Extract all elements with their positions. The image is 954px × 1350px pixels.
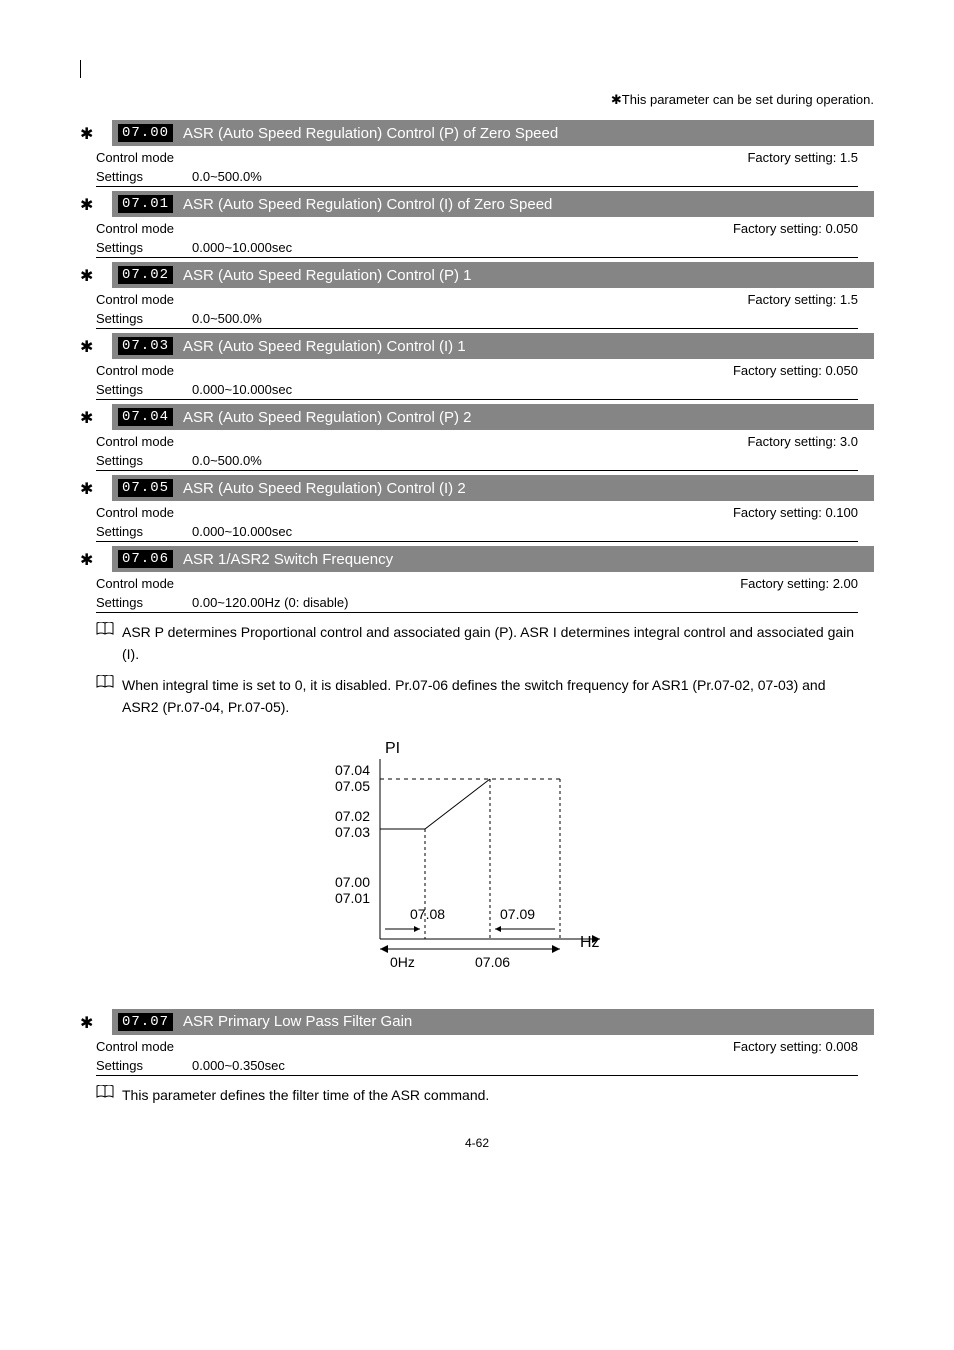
top-operation-note: ✱This parameter can be set during operat… xyxy=(80,92,874,108)
settings-label-0: Settings xyxy=(96,169,192,184)
param-title-text-0: ASR (Auto Speed Regulation) Control (P) … xyxy=(183,125,558,142)
asr-switch-diagram: PI 07.04 07.05 07.02 07.03 07.00 07.01 0… xyxy=(260,739,874,989)
star-icon: ✱ xyxy=(80,337,93,357)
control-mode-label-0: Control mode xyxy=(96,150,174,165)
svg-text:07.05: 07.05 xyxy=(335,778,370,794)
settings-label-2: Settings xyxy=(96,311,192,326)
param-title-0: 07.00 ASR (Auto Speed Regulation) Contro… xyxy=(112,120,874,146)
param-code-4: 07.04 xyxy=(118,408,173,426)
settings-value-5: 0.000~10.000sec xyxy=(192,524,292,539)
param-title-1: 07.01 ASR (Auto Speed Regulation) Contro… xyxy=(112,191,874,217)
param-code-bottom: 07.07 xyxy=(118,1013,173,1031)
factory-setting-2: Factory setting: 1.5 xyxy=(747,292,858,307)
svg-text:07.08: 07.08 xyxy=(410,906,445,922)
star-icon: ✱ xyxy=(80,195,93,215)
factory-setting-6: Factory setting: 2.00 xyxy=(740,576,858,591)
factory-setting-5: Factory setting: 0.100 xyxy=(733,505,858,520)
factory-setting-bottom: Factory setting: 0.008 xyxy=(733,1039,858,1054)
settings-value-3: 0.000~10.000sec xyxy=(192,382,292,397)
param-title-4: 07.04 ASR (Auto Speed Regulation) Contro… xyxy=(112,404,874,430)
param-title-text-1: ASR (Auto Speed Regulation) Control (I) … xyxy=(183,196,552,213)
param-code-3: 07.03 xyxy=(118,337,173,355)
control-mode-label-4: Control mode xyxy=(96,434,174,449)
note-text-0: ASR P determines Proportional control an… xyxy=(122,621,858,666)
param-title-text-5: ASR (Auto Speed Regulation) Control (I) … xyxy=(183,480,466,497)
param-title-5: 07.05 ASR (Auto Speed Regulation) Contro… xyxy=(112,475,874,501)
param-title-text-6: ASR 1/ASR2 Switch Frequency xyxy=(183,551,393,568)
settings-label-5: Settings xyxy=(96,524,192,539)
page-number: 4-62 xyxy=(80,1136,874,1150)
star-icon: ✱ xyxy=(80,124,93,144)
book-icon xyxy=(96,1085,114,1106)
param-title-2: 07.02 ASR (Auto Speed Regulation) Contro… xyxy=(112,262,874,288)
settings-value-1: 0.000~10.000sec xyxy=(192,240,292,255)
star-icon: ✱ xyxy=(80,550,93,570)
svg-text:07.04: 07.04 xyxy=(335,762,370,778)
param-title-text-3: ASR (Auto Speed Regulation) Control (I) … xyxy=(183,338,466,355)
bottom-note-text: This parameter defines the filter time o… xyxy=(122,1084,489,1106)
factory-setting-1: Factory setting: 0.050 xyxy=(733,221,858,236)
param-code-1: 07.01 xyxy=(118,195,173,213)
svg-text:07.06: 07.06 xyxy=(475,954,510,970)
param-code-5: 07.05 xyxy=(118,479,173,497)
factory-setting-4: Factory setting: 3.0 xyxy=(747,434,858,449)
settings-label-3: Settings xyxy=(96,382,192,397)
settings-value-bottom: 0.000~0.350sec xyxy=(192,1058,285,1073)
chart-y-title: PI xyxy=(385,740,400,757)
svg-text:07.03: 07.03 xyxy=(335,824,370,840)
svg-text:07.00: 07.00 xyxy=(335,874,370,890)
svg-text:0Hz: 0Hz xyxy=(390,954,415,970)
settings-label-1: Settings xyxy=(96,240,192,255)
svg-text:07.02: 07.02 xyxy=(335,808,370,824)
star-icon: ✱ xyxy=(80,1013,93,1033)
param-title-text-bottom: ASR Primary Low Pass Filter Gain xyxy=(183,1013,412,1030)
control-mode-label-6: Control mode xyxy=(96,576,174,591)
control-mode-label-2: Control mode xyxy=(96,292,174,307)
param-title-6: 07.06 ASR 1/ASR2 Switch Frequency xyxy=(112,546,874,572)
param-code-0: 07.00 xyxy=(118,124,173,142)
book-icon xyxy=(96,622,114,666)
star-icon: ✱ xyxy=(80,408,93,428)
settings-label-4: Settings xyxy=(96,453,192,468)
factory-setting-0: Factory setting: 1.5 xyxy=(747,150,858,165)
settings-label-6: Settings xyxy=(96,595,192,610)
control-mode-label-5: Control mode xyxy=(96,505,174,520)
text-cursor xyxy=(80,60,874,78)
settings-value-0: 0.0~500.0% xyxy=(192,169,262,184)
param-title-text-4: ASR (Auto Speed Regulation) Control (P) … xyxy=(183,409,471,426)
control-mode-label-1: Control mode xyxy=(96,221,174,236)
param-code-2: 07.02 xyxy=(118,266,173,284)
settings-label-bottom: Settings xyxy=(96,1058,192,1073)
factory-setting-3: Factory setting: 0.050 xyxy=(733,363,858,378)
star-icon: ✱ xyxy=(80,479,93,499)
book-icon xyxy=(96,675,114,719)
settings-value-4: 0.0~500.0% xyxy=(192,453,262,468)
settings-value-2: 0.0~500.0% xyxy=(192,311,262,326)
svg-text:07.01: 07.01 xyxy=(335,890,370,906)
svg-text:07.09: 07.09 xyxy=(500,906,535,922)
svg-text:Hz: Hz xyxy=(580,934,600,951)
star-icon: ✱ xyxy=(80,266,93,286)
control-mode-label-3: Control mode xyxy=(96,363,174,378)
param-title-bottom: 07.07 ASR Primary Low Pass Filter Gain xyxy=(112,1009,874,1035)
note-text-1: When integral time is set to 0, it is di… xyxy=(122,674,858,719)
param-title-3: 07.03 ASR (Auto Speed Regulation) Contro… xyxy=(112,333,874,359)
control-mode-label-bottom: Control mode xyxy=(96,1039,174,1054)
param-title-text-2: ASR (Auto Speed Regulation) Control (P) … xyxy=(183,267,471,284)
settings-value-6: 0.00~120.00Hz (0: disable) xyxy=(192,595,348,610)
param-code-6: 07.06 xyxy=(118,550,173,568)
